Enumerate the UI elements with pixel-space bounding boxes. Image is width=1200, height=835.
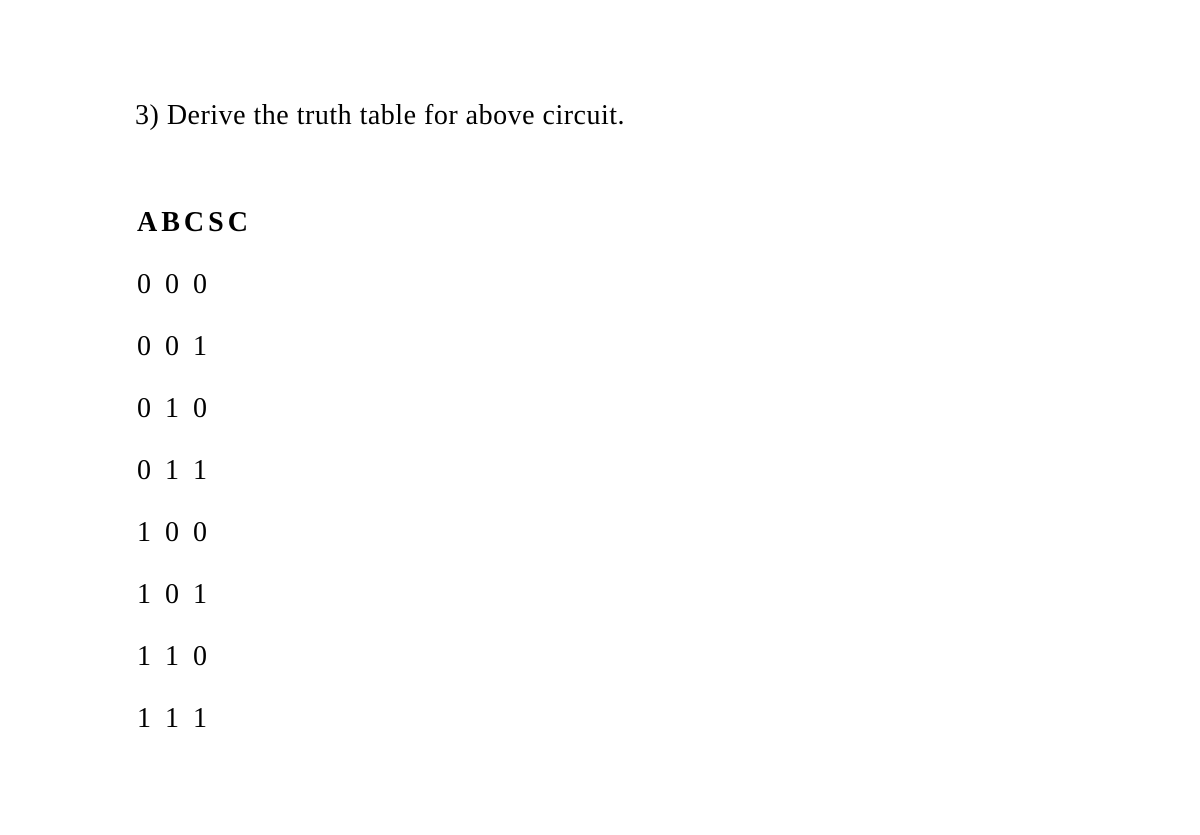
header-col-c2: C [228, 207, 252, 238]
cell: 0 [193, 269, 221, 301]
question-text: 3) Derive the truth table for above circ… [135, 100, 1200, 132]
table-row: 000 [137, 269, 1200, 301]
cell: 1 [193, 703, 221, 735]
cell: 0 [193, 641, 221, 673]
header-col-b: B [161, 207, 184, 238]
cell: 1 [165, 641, 193, 673]
cell: 1 [193, 579, 221, 611]
table-row: 101 [137, 579, 1200, 611]
cell: 1 [137, 641, 165, 673]
cell: 0 [137, 393, 165, 425]
table-row: 100 [137, 517, 1200, 549]
cell: 0 [137, 331, 165, 363]
cell: 1 [165, 455, 193, 487]
cell: 1 [165, 393, 193, 425]
cell: 1 [165, 703, 193, 735]
table-row: 010 [137, 393, 1200, 425]
cell: 0 [165, 331, 193, 363]
cell: 0 [165, 517, 193, 549]
cell: 0 [165, 579, 193, 611]
cell: 1 [137, 703, 165, 735]
cell: 1 [193, 455, 221, 487]
cell: 0 [193, 393, 221, 425]
table-row: 111 [137, 703, 1200, 735]
header-col-c: C [184, 207, 208, 238]
cell: 0 [165, 269, 193, 301]
table-row: 001 [137, 331, 1200, 363]
truth-table: ABCSC 000 001 010 011 100 101 110 111 [135, 207, 1200, 735]
header-col-s: S [208, 207, 228, 238]
cell: 0 [137, 455, 165, 487]
cell: 1 [137, 579, 165, 611]
table-row: 011 [137, 455, 1200, 487]
table-row: 110 [137, 641, 1200, 673]
header-col-a: A [137, 207, 161, 238]
cell: 0 [193, 517, 221, 549]
cell: 0 [137, 269, 165, 301]
cell: 1 [137, 517, 165, 549]
cell: 1 [193, 331, 221, 363]
table-header-row: ABCSC [137, 207, 1200, 239]
